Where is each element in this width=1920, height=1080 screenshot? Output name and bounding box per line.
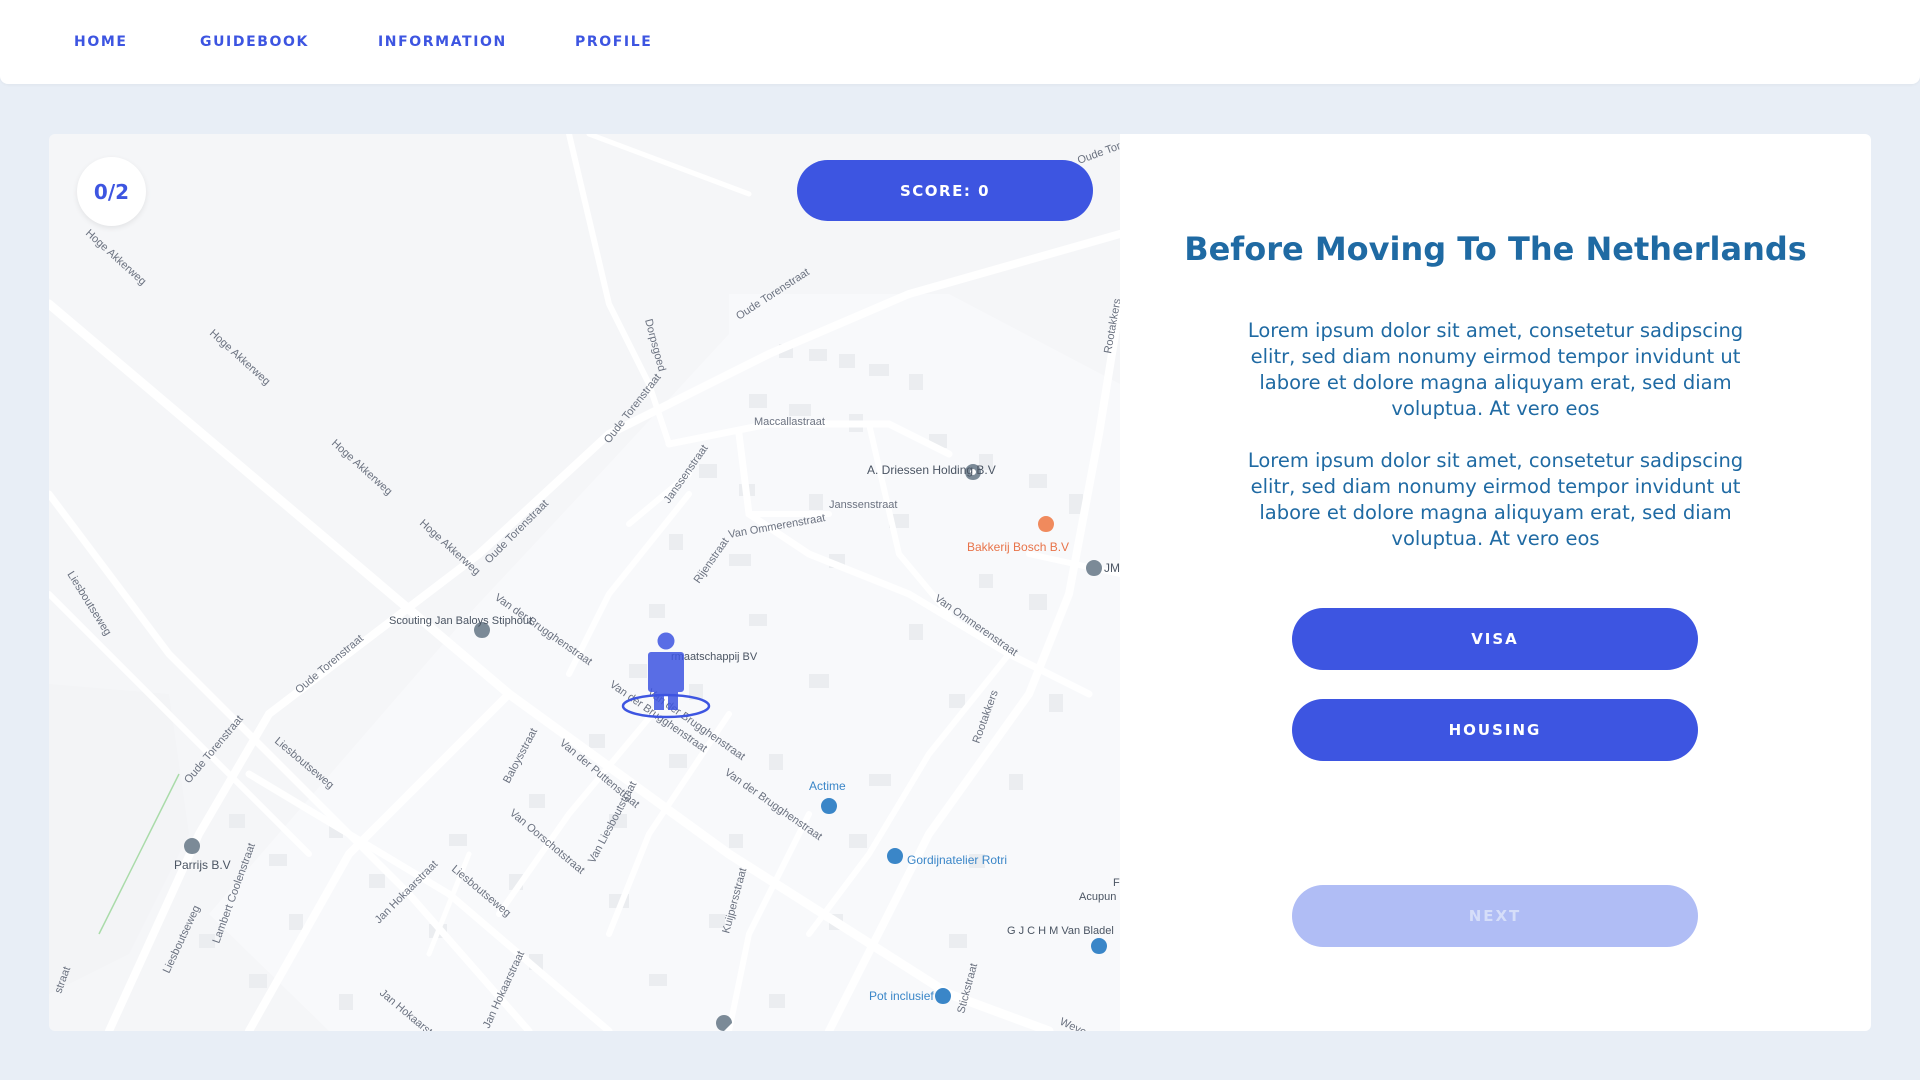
poi-label: F [1113, 877, 1120, 889]
nav-guidebook[interactable]: GUIDEBOOK [200, 34, 309, 50]
top-navigation-bar: HOME GUIDEBOOK INFORMATION PROFILE [0, 0, 1920, 84]
street-label: Oude Tore [1076, 138, 1120, 167]
street-label: Hoge Akkerweg [417, 517, 482, 577]
field-area [49, 684, 189, 994]
poi-maatschappij[interactable]: rmaatschappij BV [671, 651, 758, 663]
info-paragraph: Lorem ipsum dolor sit amet, consetetur s… [1247, 319, 1744, 420]
poi-label: G J C H M Van Bladel [1007, 925, 1114, 937]
progress-counter: 0/2 [77, 157, 146, 226]
housing-button[interactable]: HOUSING [1292, 699, 1698, 761]
poi-label: JM [1104, 561, 1120, 575]
poi-label: Bakkerij Bosch B.V [967, 540, 1069, 554]
street-label: Hoge Akkerweg [83, 227, 148, 287]
street-label: Janssenstraat [829, 499, 897, 511]
street-label: Maccallastraat [754, 416, 825, 428]
street-map: Oude Torenstraat Oude Torenstraat Oude T… [49, 134, 1120, 1031]
nav-home[interactable]: HOME [74, 34, 128, 50]
poi-label: A. Driessen Holding B.V [867, 463, 996, 477]
poi-pot-inclusief[interactable]: Pot inclusief [869, 988, 951, 1004]
poi-label: Gordijnatelier Rotri [907, 853, 1007, 867]
player-head [657, 632, 675, 650]
street-label: Oude Torenstraat [293, 633, 366, 697]
info-title: Before Moving To The Netherlands [1184, 230, 1807, 268]
next-button[interactable]: NEXT [1292, 885, 1698, 947]
poi-label: Actime [809, 779, 846, 793]
poi-f[interactable]: F [1113, 877, 1120, 889]
nav-information[interactable]: INFORMATION [378, 34, 507, 50]
street-label: Hoge Akkerweg [207, 327, 272, 387]
info-panel: Before Moving To The Netherlands Lorem i… [1120, 134, 1871, 1031]
street-label: Dorpsgoed [642, 318, 668, 373]
visa-button[interactable]: VISA [1292, 608, 1698, 670]
poi-label: rmaatschappij BV [671, 651, 758, 663]
poi-label: Acupun [1079, 891, 1116, 903]
poi-acupun[interactable]: Acupun [1079, 891, 1116, 903]
poi-label: Parrijs B.V [174, 858, 231, 872]
poi-label: Pot inclusief [869, 989, 934, 1003]
street-label: Rootakkers [1102, 297, 1120, 354]
score-button[interactable]: SCORE: 0 [797, 160, 1093, 221]
game-map[interactable]: Oude Torenstraat Oude Torenstraat Oude T… [49, 134, 1120, 1031]
street-label: Hoge Akkerweg [329, 437, 394, 497]
info-paragraph: Lorem ipsum dolor sit amet, consetetur s… [1247, 449, 1744, 550]
street-label: Liesboutseweg [64, 569, 113, 638]
nav-profile[interactable]: PROFILE [575, 34, 652, 50]
poi-label: Scouting Jan Baloys Stiphout [389, 615, 532, 627]
street-label: Liesboutseweg [161, 904, 203, 976]
